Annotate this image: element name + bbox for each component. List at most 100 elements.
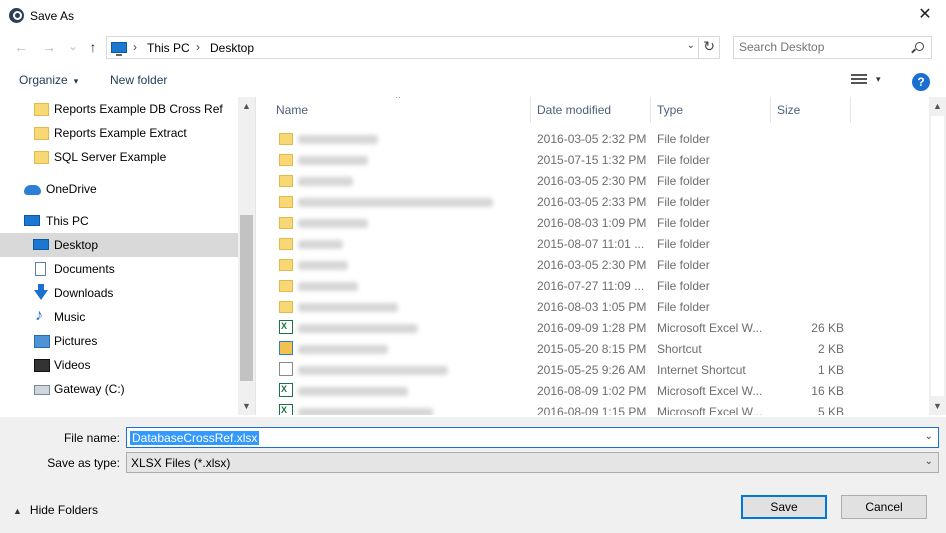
table-row[interactable]: 2016-08-03 1:09 PM File folder — [256, 212, 929, 233]
save-button[interactable]: Save — [741, 495, 827, 519]
sidebar-item-reports-example-db-cross-ref[interactable]: Reports Example DB Cross Ref — [0, 97, 238, 121]
scroll-down-icon[interactable]: ▼ — [933, 401, 942, 411]
up-arrow-icon[interactable]: ↑ — [84, 37, 102, 57]
close-icon[interactable]: ✕ — [912, 4, 938, 26]
column-header-type[interactable]: Type — [657, 103, 683, 117]
file-name-blurred — [298, 174, 353, 188]
table-row[interactable]: 2016-09-09 1:28 PM Microsoft Excel W... 26… — [256, 317, 929, 338]
navigation-pane: Reports Example DB Cross Ref Reports Exa… — [0, 97, 256, 415]
sidebar-item-label: Desktop — [54, 238, 99, 252]
sidebar-item-music[interactable]: ♪ Music — [0, 305, 238, 329]
new-folder-button[interactable]: New folder — [110, 73, 167, 87]
file-type: File folder — [657, 258, 710, 272]
folder-icon — [279, 280, 293, 292]
file-date-modified: 2015-08-07 11:01 ... — [537, 237, 645, 251]
sidebar-item-sql-server-example[interactable]: SQL Server Example — [0, 145, 238, 169]
file-size: 5 KB — [817, 405, 844, 415]
sidebar-item-downloads[interactable]: Downloads — [0, 281, 238, 305]
recent-locations-chevron-icon[interactable]: ⌄ — [64, 37, 82, 57]
app-icon — [9, 8, 24, 23]
window-title: Save As — [30, 9, 75, 23]
onedrive-icon — [24, 185, 41, 195]
file-date-modified: 2015-05-25 9:26 AM — [537, 363, 646, 377]
column-divider[interactable] — [530, 97, 531, 123]
sidebar-item-label: OneDrive — [46, 182, 97, 196]
scrollbar-thumb[interactable] — [931, 116, 944, 396]
table-row[interactable]: 2016-03-05 2:32 PM File folder — [256, 128, 929, 149]
sidebar-item-pictures[interactable]: Pictures — [0, 329, 238, 353]
sidebar-item-label: Documents — [54, 262, 115, 276]
table-row[interactable]: 2016-03-05 2:30 PM File folder — [256, 170, 929, 191]
this-pc-icon — [111, 42, 127, 56]
search-icon[interactable] — [915, 42, 924, 51]
sidebar-item-label: SQL Server Example — [54, 150, 167, 164]
sidebar-item-documents[interactable]: Documents — [0, 257, 238, 281]
scrollbar-thumb[interactable] — [240, 215, 253, 381]
column-divider[interactable] — [770, 97, 771, 123]
file-name-blurred — [298, 237, 343, 251]
table-row[interactable]: 2015-07-15 1:32 PM File folder — [256, 149, 929, 170]
help-icon[interactable]: ? — [912, 73, 930, 91]
file-name-dropdown-icon[interactable]: ⌄ — [925, 431, 933, 442]
table-row[interactable]: 2015-05-20 8:15 PM Shortcut 2 KB — [256, 338, 929, 359]
address-box[interactable]: › This PC › Desktop ⌄ ↻ — [106, 36, 720, 59]
change-view-icon[interactable] — [851, 74, 867, 86]
search-box[interactable] — [733, 36, 932, 59]
save-as-type-value: XLSX Files (*.xlsx) — [131, 456, 231, 470]
column-divider[interactable] — [650, 97, 651, 123]
excel-file-icon — [279, 383, 293, 397]
file-name-blurred — [298, 153, 368, 167]
table-row[interactable]: 2016-08-09 1:15 PM Microsoft Excel W... 5 … — [256, 401, 929, 415]
navigation-scrollbar[interactable]: ▲ ▼ — [238, 97, 255, 415]
file-size: 1 KB — [817, 363, 844, 377]
save-options-panel: File name: DatabaseCrossRef.xlsx ⌄ Save … — [0, 417, 946, 533]
file-name-field[interactable]: DatabaseCrossRef.xlsx ⌄ — [126, 427, 939, 448]
table-row[interactable]: 2016-07-27 11:09 ... File folder — [256, 275, 929, 296]
scroll-up-icon[interactable]: ▲ — [242, 101, 251, 111]
sidebar-item-onedrive[interactable]: OneDrive — [0, 177, 238, 201]
organize-button[interactable]: Organize ▾ — [19, 73, 78, 87]
sidebar-item-this-pc[interactable]: This PC — [0, 209, 238, 233]
column-header-date-modified[interactable]: Date modified — [537, 103, 611, 117]
sidebar-item-videos[interactable]: Videos — [0, 353, 238, 377]
save-as-type-label: Save as type: — [47, 456, 120, 470]
sidebar-item-gateway-c[interactable]: Gateway (C:) — [0, 377, 238, 401]
address-dropdown-icon[interactable]: ⌄ — [687, 40, 695, 51]
collapse-caret-icon: ▲ — [13, 506, 22, 516]
search-input[interactable] — [739, 40, 909, 54]
breadcrumb-this-pc[interactable]: This PC — [147, 41, 190, 55]
file-date-modified: 2016-03-05 2:30 PM — [537, 174, 647, 188]
sidebar-item-reports-example-extract[interactable]: Reports Example Extract — [0, 121, 238, 145]
hide-folders-button[interactable]: ▲ Hide Folders — [13, 503, 98, 517]
file-name-value[interactable]: DatabaseCrossRef.xlsx — [130, 431, 260, 445]
folder-icon — [279, 154, 293, 166]
scroll-down-icon[interactable]: ▼ — [242, 401, 251, 411]
sidebar-item-desktop[interactable]: Desktop — [0, 233, 238, 257]
folder-icon — [279, 175, 293, 187]
table-row[interactable]: 2016-03-05 2:33 PM File folder — [256, 191, 929, 212]
table-row[interactable]: 2016-08-03 1:05 PM File folder — [256, 296, 929, 317]
column-divider[interactable] — [850, 97, 851, 123]
refresh-icon[interactable]: ↻ — [698, 38, 715, 58]
table-row[interactable]: 2015-08-07 11:01 ... File folder — [256, 233, 929, 254]
view-options-caret-icon[interactable]: ▾ — [876, 74, 881, 85]
excel-file-icon — [279, 320, 293, 334]
file-list-scrollbar[interactable]: ▲ ▼ — [929, 97, 946, 415]
back-arrow-icon[interactable]: ← — [12, 37, 30, 57]
table-row[interactable]: 2015-05-25 9:26 AM Internet Shortcut 1 KB — [256, 359, 929, 380]
save-as-type-select[interactable]: XLSX Files (*.xlsx) ⌄ — [126, 452, 939, 473]
sidebar-item-label: Downloads — [54, 286, 114, 300]
column-header-size[interactable]: Size — [777, 103, 800, 117]
save-as-type-dropdown-icon[interactable]: ⌄ — [925, 456, 933, 467]
table-row[interactable]: 2016-03-05 2:30 PM File folder — [256, 254, 929, 275]
forward-arrow-icon[interactable]: → — [40, 37, 58, 57]
breadcrumb-desktop[interactable]: Desktop — [210, 41, 254, 55]
table-row[interactable]: 2016-08-09 1:02 PM Microsoft Excel W... 16… — [256, 380, 929, 401]
folder-icon — [34, 103, 49, 116]
file-name-blurred — [298, 300, 398, 314]
folder-icon — [279, 259, 293, 271]
cancel-button[interactable]: Cancel — [841, 495, 927, 519]
column-header-name[interactable]: Name — [276, 103, 308, 117]
scroll-up-icon[interactable]: ▲ — [933, 101, 942, 111]
shortcut-icon — [279, 341, 293, 355]
